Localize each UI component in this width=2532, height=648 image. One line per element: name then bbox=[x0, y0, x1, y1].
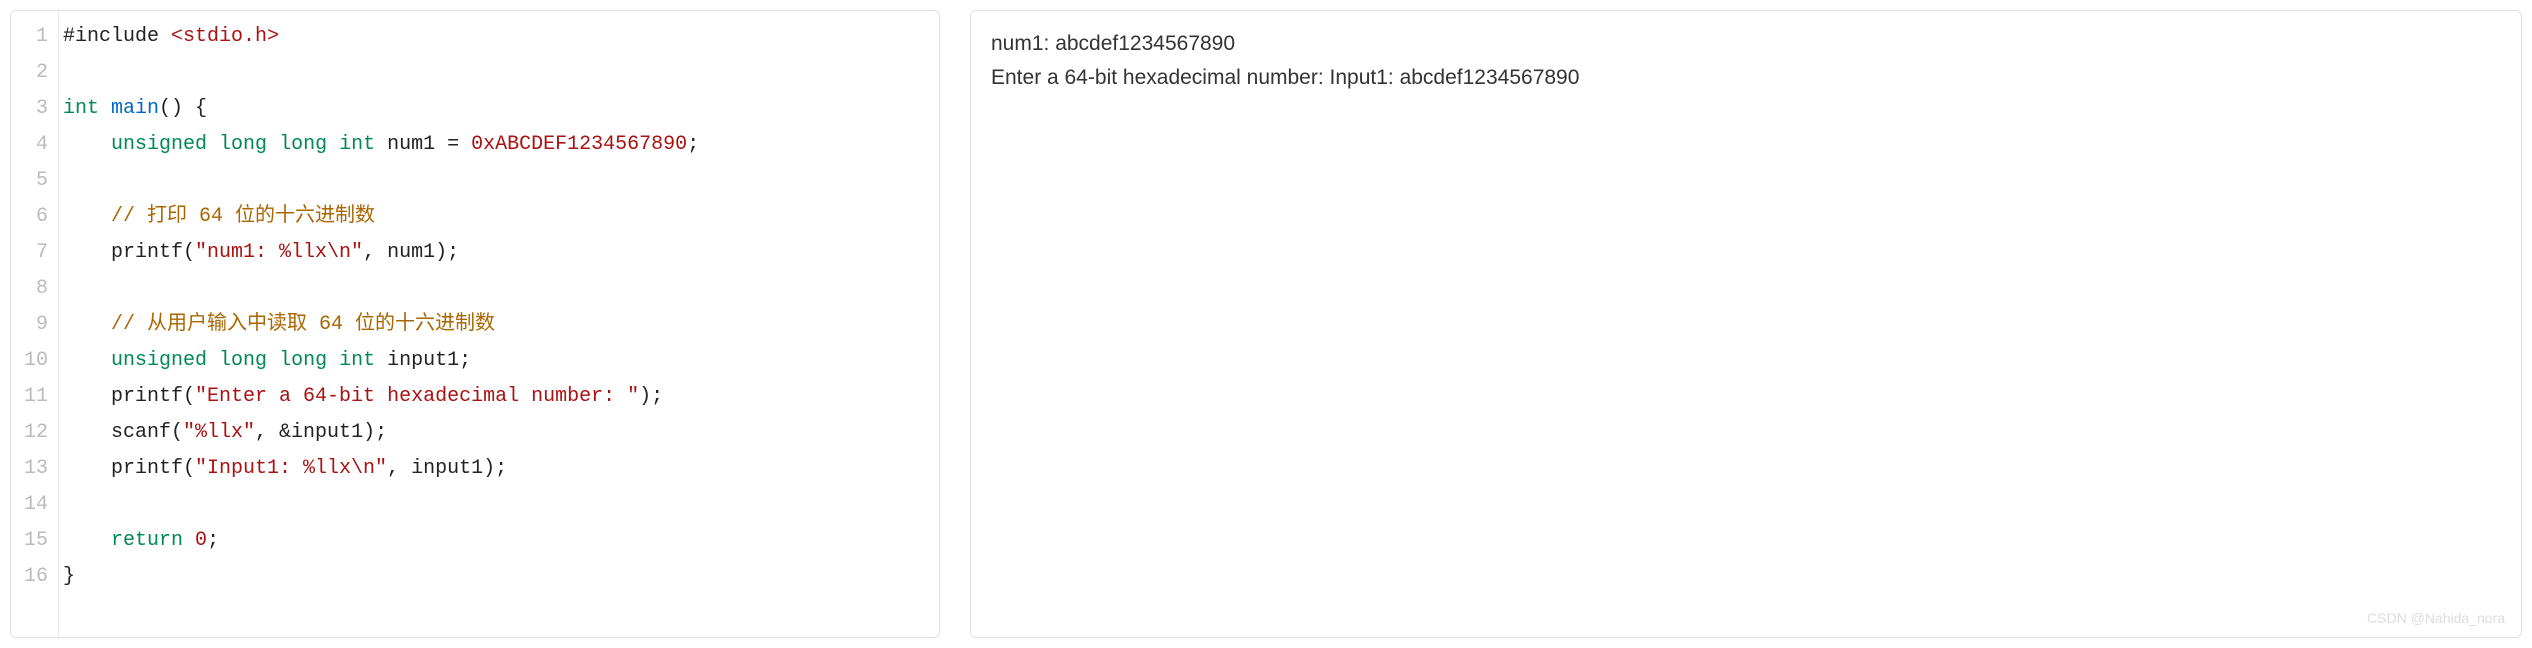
code-line[interactable]: } bbox=[59, 559, 939, 595]
line-number: 4 bbox=[11, 127, 58, 163]
code-token: "num1: %llx\n" bbox=[195, 241, 363, 264]
code-token: () { bbox=[159, 97, 207, 120]
line-number: 6 bbox=[11, 199, 58, 235]
code-line[interactable]: int main() { bbox=[59, 91, 939, 127]
output-panel: num1: abcdef1234567890Enter a 64-bit hex… bbox=[970, 10, 2522, 638]
watermark-text: CSDN @Nahida_nora bbox=[2367, 607, 2505, 629]
code-line[interactable]: // 从用户输入中读取 64 位的十六进制数 bbox=[59, 307, 939, 343]
code-token bbox=[63, 313, 111, 336]
line-number: 9 bbox=[11, 307, 58, 343]
code-token: unsigned bbox=[111, 349, 207, 372]
code-token: int bbox=[339, 349, 375, 372]
code-token bbox=[207, 349, 219, 372]
code-token bbox=[207, 133, 219, 156]
code-editor-panel: 12345678910111213141516 #include <stdio.… bbox=[10, 10, 940, 638]
code-line[interactable]: scanf("%llx", &input1); bbox=[59, 415, 939, 451]
code-token: // 打印 64 位的十六进制数 bbox=[111, 205, 375, 228]
code-line[interactable]: #include <stdio.h> bbox=[59, 19, 939, 55]
code-line[interactable]: printf("Input1: %llx\n", input1); bbox=[59, 451, 939, 487]
line-number: 5 bbox=[11, 163, 58, 199]
code-token: "%llx" bbox=[183, 421, 255, 444]
code-token: long bbox=[219, 133, 267, 156]
code-line[interactable]: // 打印 64 位的十六进制数 bbox=[59, 199, 939, 235]
line-number: 10 bbox=[11, 343, 58, 379]
code-token bbox=[267, 133, 279, 156]
output-line: Enter a 64-bit hexadecimal number: Input… bbox=[991, 61, 2501, 95]
code-token: input1; bbox=[375, 349, 471, 372]
code-token: ; bbox=[687, 133, 699, 156]
code-line[interactable] bbox=[59, 487, 939, 523]
code-token bbox=[63, 133, 111, 156]
code-line[interactable]: printf("num1: %llx\n", num1); bbox=[59, 235, 939, 271]
code-token bbox=[63, 349, 111, 372]
line-number: 11 bbox=[11, 379, 58, 415]
code-line[interactable] bbox=[59, 271, 939, 307]
code-token: 0 bbox=[195, 529, 207, 552]
code-token: , &input1); bbox=[255, 421, 387, 444]
code-token: num1 = bbox=[375, 133, 471, 156]
line-number: 2 bbox=[11, 55, 58, 91]
code-token: } bbox=[63, 565, 75, 588]
code-token: int bbox=[63, 97, 99, 120]
code-token: , num1); bbox=[363, 241, 459, 264]
code-token bbox=[99, 97, 111, 120]
line-number: 8 bbox=[11, 271, 58, 307]
line-number: 12 bbox=[11, 415, 58, 451]
code-token: 0xABCDEF1234567890 bbox=[471, 133, 687, 156]
code-token: main bbox=[111, 97, 159, 120]
line-number: 7 bbox=[11, 235, 58, 271]
code-token bbox=[327, 349, 339, 372]
code-token: printf( bbox=[63, 241, 195, 264]
output-text: num1: abcdef1234567890Enter a 64-bit hex… bbox=[991, 27, 2501, 94]
code-token: ); bbox=[639, 385, 663, 408]
code-token: printf( bbox=[63, 457, 195, 480]
code-token: "Enter a 64-bit hexadecimal number: " bbox=[195, 385, 639, 408]
code-token: // 从用户输入中读取 64 位的十六进制数 bbox=[111, 313, 495, 336]
code-token: , input1); bbox=[387, 457, 507, 480]
line-number-gutter: 12345678910111213141516 bbox=[11, 11, 59, 637]
code-token: long bbox=[279, 133, 327, 156]
code-content-area[interactable]: #include <stdio.h> int main() { unsigned … bbox=[59, 11, 939, 637]
line-number: 1 bbox=[11, 19, 58, 55]
code-line[interactable]: unsigned long long int input1; bbox=[59, 343, 939, 379]
code-line[interactable]: printf("Enter a 64-bit hexadecimal numbe… bbox=[59, 379, 939, 415]
code-token: #include bbox=[63, 25, 171, 48]
code-line[interactable] bbox=[59, 163, 939, 199]
code-token: printf( bbox=[63, 385, 195, 408]
code-token: unsigned bbox=[111, 133, 207, 156]
code-token: ; bbox=[207, 529, 219, 552]
code-token: "Input1: %llx\n" bbox=[195, 457, 387, 480]
code-line[interactable] bbox=[59, 55, 939, 91]
code-token bbox=[63, 205, 111, 228]
code-token bbox=[327, 133, 339, 156]
line-number: 16 bbox=[11, 559, 58, 595]
code-token: scanf( bbox=[63, 421, 183, 444]
line-number: 14 bbox=[11, 487, 58, 523]
line-number: 13 bbox=[11, 451, 58, 487]
code-token: int bbox=[339, 133, 375, 156]
code-token: long bbox=[279, 349, 327, 372]
output-line: num1: abcdef1234567890 bbox=[991, 27, 2501, 61]
code-token bbox=[267, 349, 279, 372]
code-token bbox=[183, 529, 195, 552]
code-line[interactable]: return 0; bbox=[59, 523, 939, 559]
code-token: <stdio.h> bbox=[171, 25, 279, 48]
code-line[interactable]: unsigned long long int num1 = 0xABCDEF12… bbox=[59, 127, 939, 163]
code-token bbox=[63, 529, 111, 552]
code-token: long bbox=[219, 349, 267, 372]
line-number: 3 bbox=[11, 91, 58, 127]
line-number: 15 bbox=[11, 523, 58, 559]
code-token: return bbox=[111, 529, 183, 552]
